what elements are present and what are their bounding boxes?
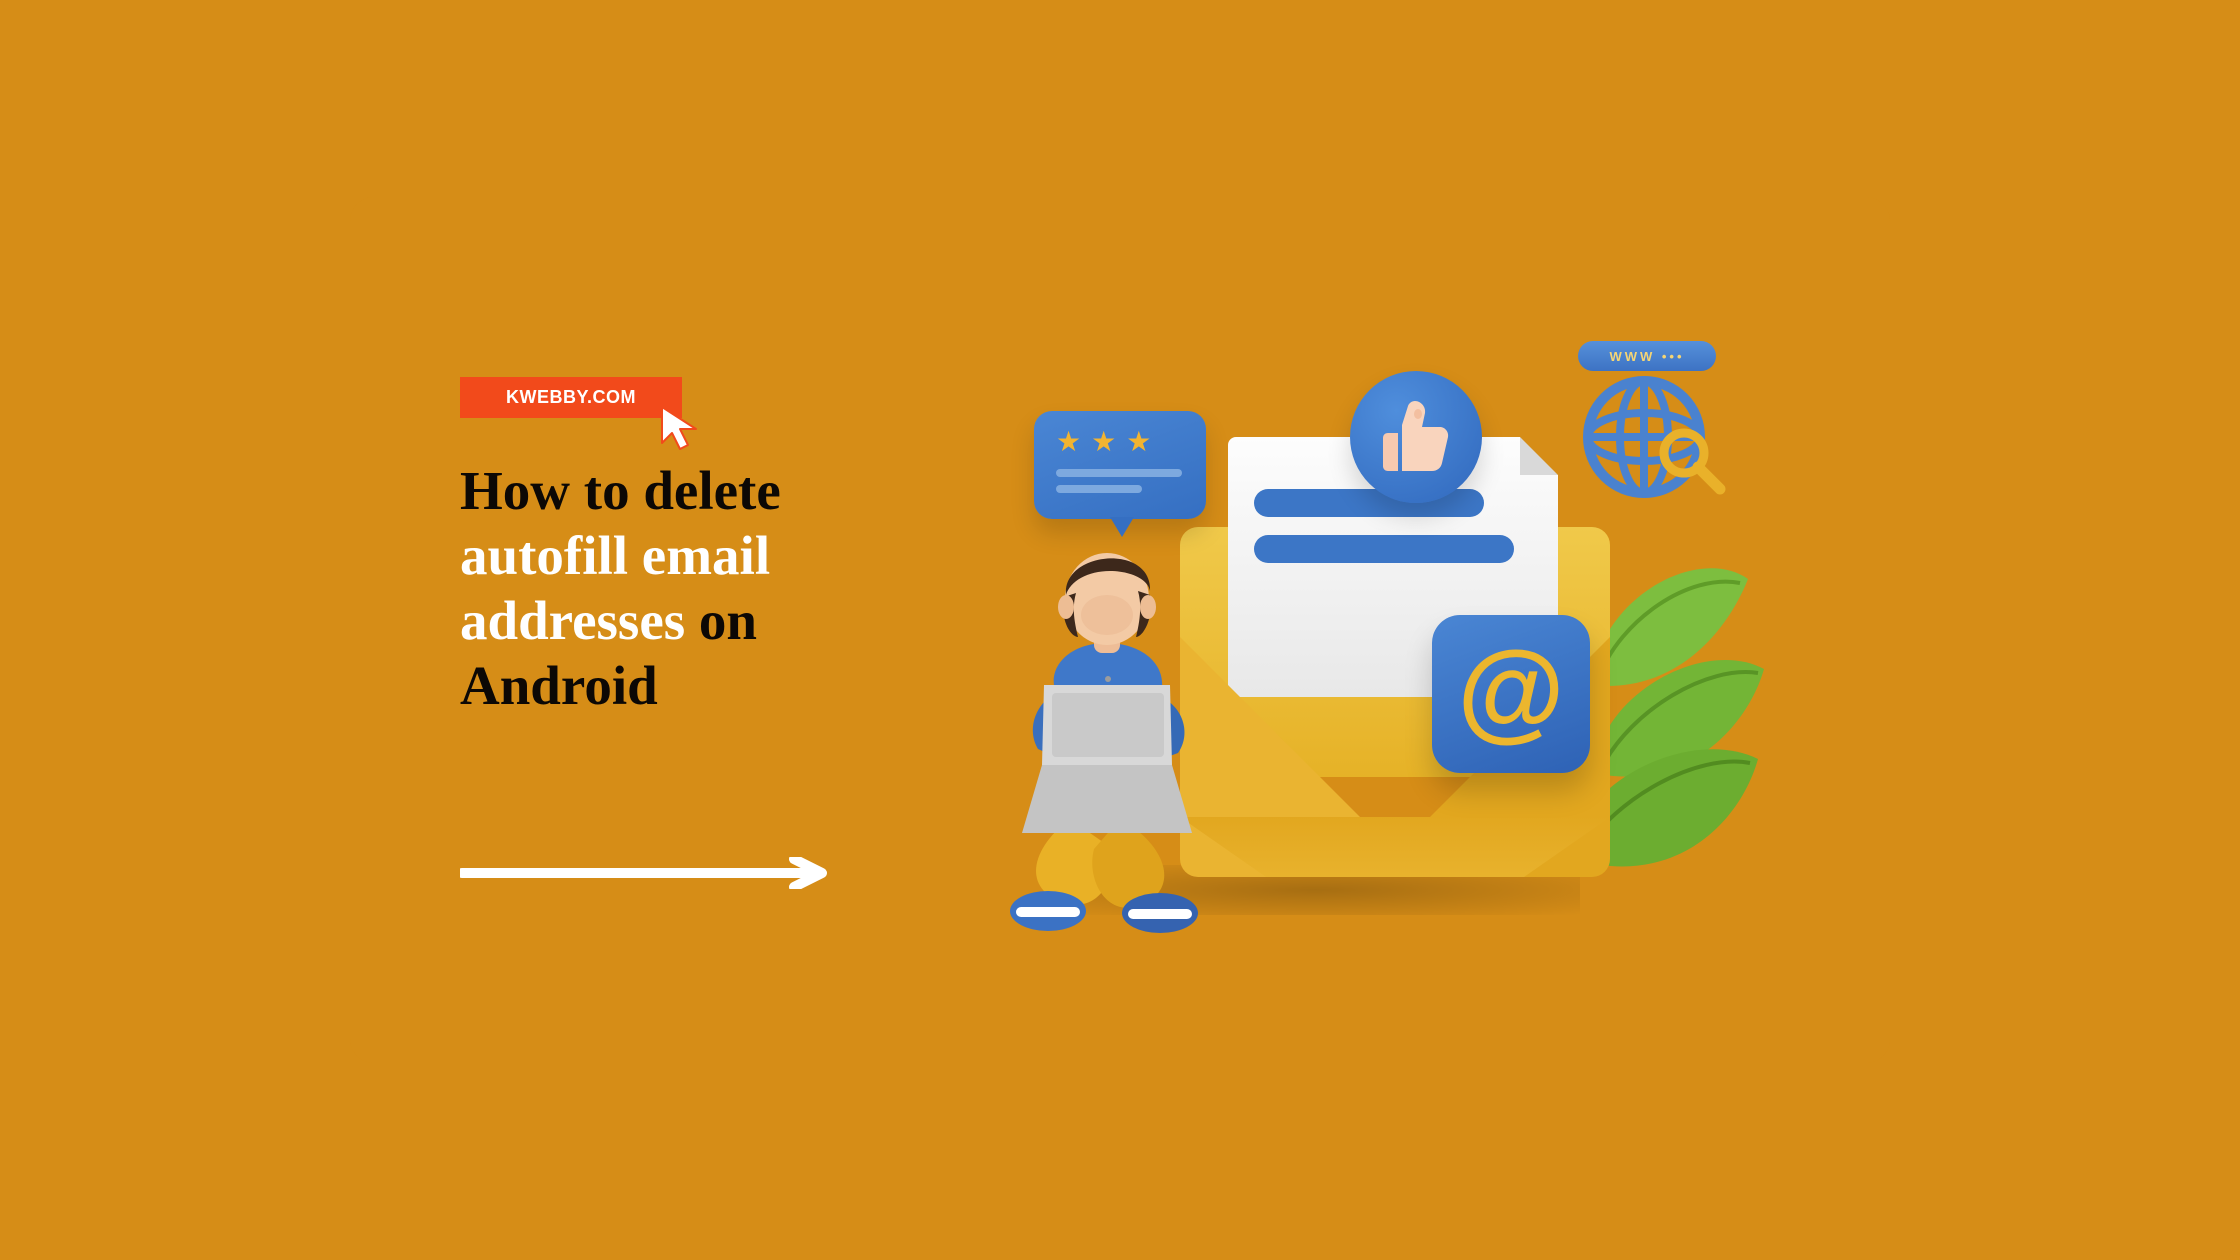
at-icon: @ xyxy=(1457,627,1564,754)
review-line xyxy=(1056,469,1182,477)
star-icon: ★ xyxy=(1056,429,1081,457)
review-bubble: ★ ★ ★ xyxy=(1034,411,1206,519)
star-icon: ★ xyxy=(1126,429,1151,457)
arrow-right-icon xyxy=(460,857,840,889)
www-bar: WWW ••• xyxy=(1578,341,1716,371)
letter-line xyxy=(1254,535,1514,563)
headline: How to delete autofill email addresses o… xyxy=(460,459,940,719)
at-tile: @ xyxy=(1432,615,1590,773)
star-icon: ★ xyxy=(1091,429,1116,457)
brand-tag: KWEBBY.COM xyxy=(460,377,682,418)
globe-widget: WWW ••• xyxy=(1582,355,1706,504)
thumb-up-badge xyxy=(1350,371,1482,503)
www-text: WWW ••• xyxy=(1609,349,1684,364)
star-row: ★ ★ ★ xyxy=(1056,429,1184,457)
cursor-icon xyxy=(658,405,706,453)
hero-card: KWEBBY.COM How to delete autofill email … xyxy=(350,197,1890,1063)
thumb-up-icon xyxy=(1380,399,1452,475)
brand-label: KWEBBY.COM xyxy=(506,387,636,407)
review-line xyxy=(1056,485,1142,493)
illustration: ★ ★ ★ @ WWW ••• xyxy=(970,357,1770,917)
magnifier-icon xyxy=(1658,427,1728,497)
character: N xyxy=(960,537,1250,937)
headline-part1: How to delete xyxy=(460,460,781,521)
